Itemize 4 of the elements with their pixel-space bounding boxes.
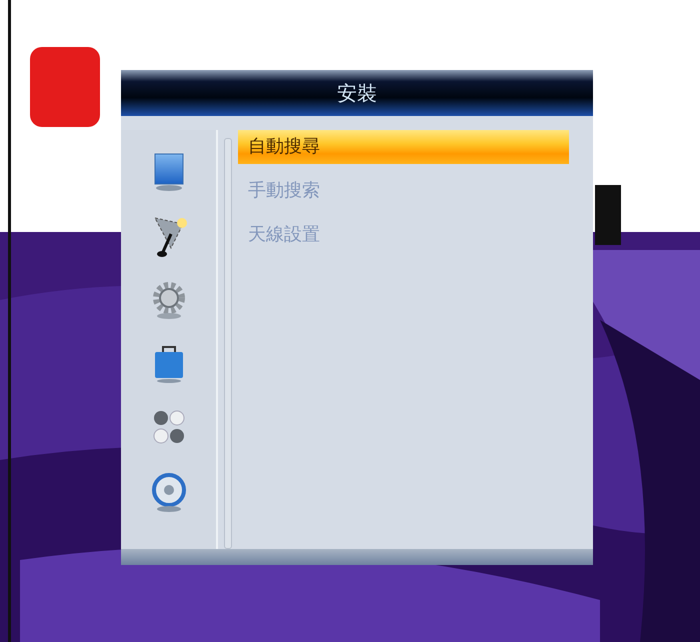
menu-item[interactable]: 自動搜尋 xyxy=(238,130,569,164)
menu-item[interactable]: 天線設置 xyxy=(238,218,569,252)
window-title: 安裝 xyxy=(337,80,377,106)
menu-item[interactable]: 手動搜索 xyxy=(238,174,569,208)
